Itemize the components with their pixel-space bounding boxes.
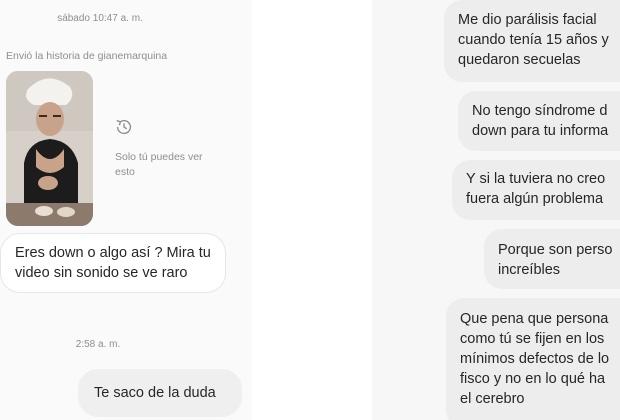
timestamp-top: sábado 10:47 a. m.: [57, 13, 143, 24]
right-chat-screenshot: Me dio parálisis facial cuando tenía 15 …: [372, 0, 620, 420]
right-message-2: No tengo síndrome d down para tu informa: [458, 91, 620, 151]
received-message-bubble: Eres down o algo así ? Mira tu video sin…: [0, 233, 226, 293]
left-chat-screenshot: sábado 10:47 a. m. Envió la historia de …: [0, 0, 252, 420]
story-reply-caption: Envió la historia de gianemarquina: [6, 50, 168, 62]
right-message-1: Me dio parálisis facial cuando tenía 15 …: [444, 0, 620, 82]
screenshot-gap: [252, 0, 372, 420]
right-message-5: Que pena que persona como tú se fijen en…: [446, 298, 620, 420]
sent-message-bubble: Te saco de la duda: [78, 369, 242, 417]
right-message-3: Y si la tuviera no creo fuera algún prob…: [452, 160, 620, 220]
story-thumbnail[interactable]: [6, 71, 93, 226]
timestamp-mid: 2:58 a. m.: [75, 339, 121, 350]
story-expired-text: Solo tú puedes ver esto: [115, 151, 203, 178]
history-expired-icon: [113, 116, 135, 138]
story-thumbnail-image: [6, 71, 93, 226]
right-message-4: Porque son perso increíbles: [484, 229, 620, 289]
